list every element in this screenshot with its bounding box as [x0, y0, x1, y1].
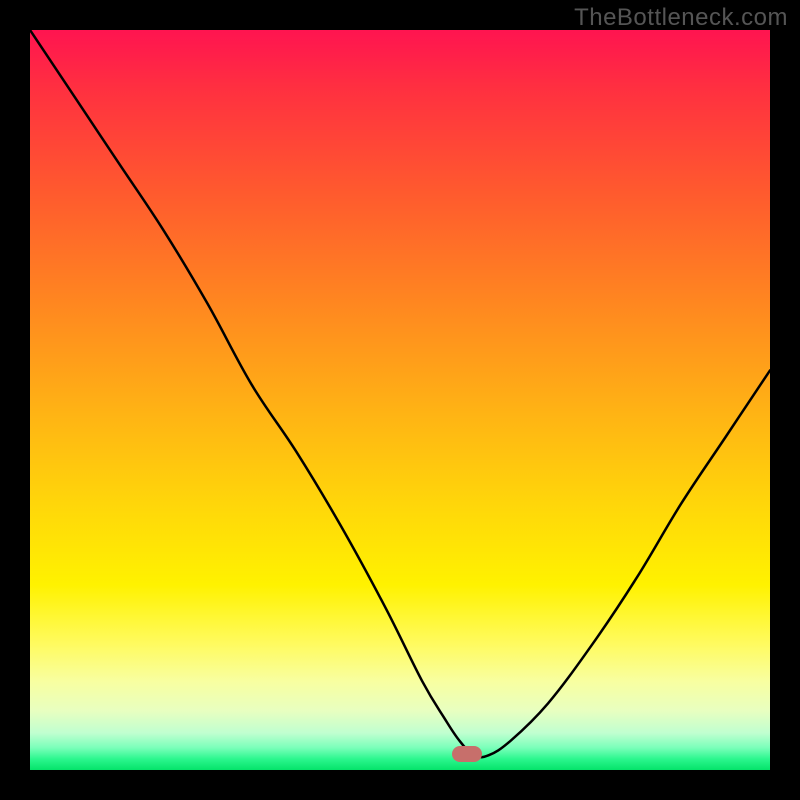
chart-frame: TheBottleneck.com	[0, 0, 800, 800]
plot-area	[30, 30, 770, 770]
curve-svg	[30, 30, 770, 770]
watermark-text: TheBottleneck.com	[574, 4, 788, 32]
valley-marker	[452, 746, 482, 762]
bottleneck-curve	[30, 30, 770, 757]
